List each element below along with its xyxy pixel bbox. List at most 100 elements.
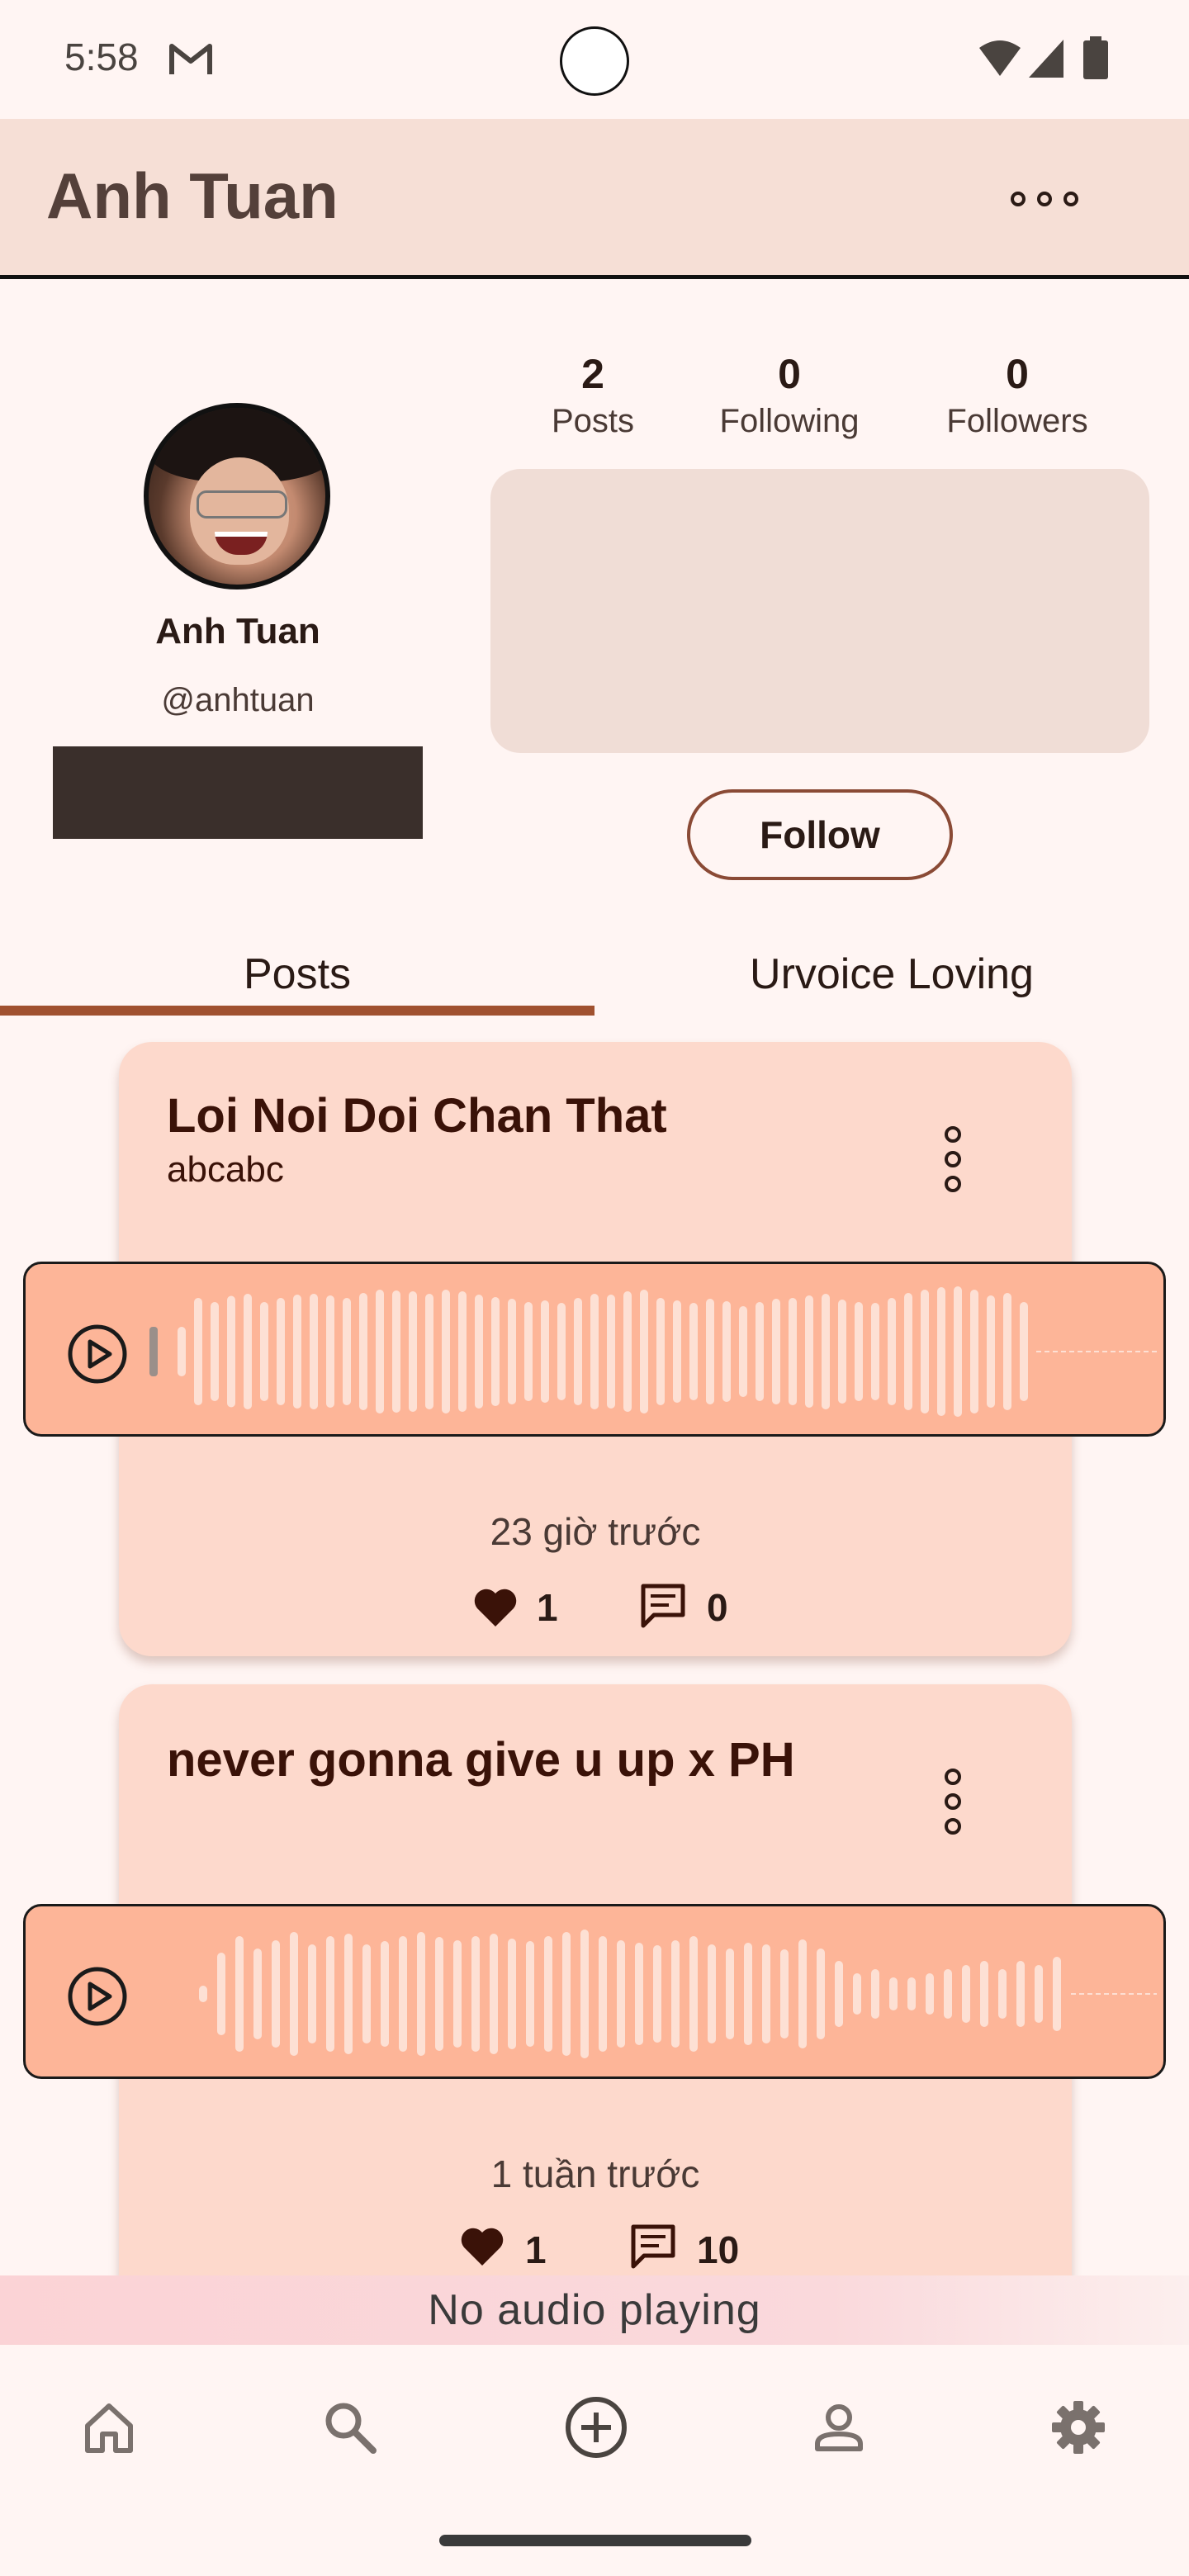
waveform-bar <box>475 1295 483 1409</box>
home-icon[interactable] <box>79 2398 139 2457</box>
waveform-bar <box>762 1944 770 2043</box>
comment-icon[interactable] <box>639 1582 687 1630</box>
waveform-bar <box>409 1291 417 1412</box>
waveform-bar <box>987 1295 995 1408</box>
waveform-bar <box>211 1302 219 1401</box>
signal-icon <box>1029 40 1063 78</box>
waveform-bar <box>756 1302 764 1401</box>
waveform-bar <box>871 1969 879 2019</box>
waveform-bar <box>435 1937 443 2051</box>
audio-player[interactable] <box>23 1904 1166 2079</box>
waveform-bar <box>798 1939 807 2048</box>
heart-icon[interactable] <box>472 1587 519 1628</box>
post-menu-icon[interactable] <box>941 1769 966 1838</box>
waveform-bar <box>562 1932 571 2056</box>
post-menu-icon[interactable] <box>941 1126 966 1196</box>
waveform-bar <box>623 1291 632 1412</box>
waveform-bar <box>907 1977 916 2010</box>
audio-player[interactable] <box>23 1262 1166 1437</box>
waveform-bar <box>855 1302 863 1401</box>
waveform-bar <box>508 1939 516 2049</box>
waveform-bar <box>921 1290 929 1413</box>
waveform-bar <box>671 1940 680 2048</box>
like-count: 1 <box>525 2228 547 2271</box>
waveform-bar <box>508 1299 516 1404</box>
settings-icon[interactable] <box>1049 2398 1108 2457</box>
waveform-bar <box>343 1298 351 1405</box>
waveform-bar <box>656 1298 665 1405</box>
waveform[interactable] <box>149 1281 1157 1423</box>
avatar[interactable] <box>144 403 330 590</box>
comment-icon[interactable] <box>629 2223 677 2271</box>
waveform-bar <box>574 1298 582 1405</box>
waveform-bar <box>607 1295 615 1409</box>
waveform-bar <box>1053 1957 1061 2031</box>
waveform-bar <box>726 1949 734 2039</box>
stat-posts[interactable]: 2 Posts <box>510 350 675 440</box>
now-playing-bar[interactable]: No audio playing <box>0 2275 1189 2345</box>
more-options-icon[interactable] <box>1011 187 1080 211</box>
waveform-bar <box>253 1949 262 2039</box>
stat-followers-value: 0 <box>1006 351 1029 397</box>
post-title: Loi Noi Doi Chan That <box>167 1089 667 1143</box>
waveform-bar <box>290 1932 298 2056</box>
profile-handle: @anhtuan <box>161 682 315 718</box>
stat-posts-label: Posts <box>551 403 635 439</box>
search-icon[interactable] <box>320 2398 380 2457</box>
stat-following-value: 0 <box>778 351 801 397</box>
waveform-bar <box>904 1293 912 1410</box>
wifi-icon <box>979 40 1021 76</box>
stat-following-label: Following <box>719 403 860 439</box>
waveform-bar <box>235 1936 244 2052</box>
waveform-bar <box>491 1297 500 1406</box>
waveform-bar <box>199 1986 207 2002</box>
stat-followers[interactable]: 0 Followers <box>935 350 1100 440</box>
waveform-bar <box>689 1303 698 1400</box>
post-subtitle: abcabc <box>167 1149 284 1190</box>
waveform-bar <box>772 1299 780 1404</box>
waveform-bar <box>392 1290 400 1413</box>
waveform-bar <box>471 1936 480 2052</box>
follow-button[interactable]: Follow <box>687 789 953 880</box>
tab-posts[interactable]: Posts <box>0 949 594 999</box>
post-time: 23 giờ trước <box>490 1510 701 1553</box>
waveform-bar <box>954 1286 962 1417</box>
waveform-bar <box>217 1953 225 2035</box>
profile-name: Anh Tuan <box>155 611 320 651</box>
stat-following[interactable]: 0 Following <box>707 350 872 440</box>
waveform-bar <box>673 1300 681 1403</box>
tab-urvoice-loving[interactable]: Urvoice Loving <box>594 949 1189 999</box>
waveform[interactable] <box>149 1923 1157 2065</box>
waveform-bar <box>689 1936 698 2052</box>
waveform-bar <box>362 1944 371 2043</box>
play-icon[interactable] <box>67 1966 128 2027</box>
waveform-bar <box>998 1969 1007 2019</box>
waveform-bar <box>617 1940 625 2048</box>
waveform-bar <box>835 1961 843 2027</box>
waveform-bar <box>326 1295 334 1408</box>
waveform-bar <box>739 1306 747 1397</box>
waveform-bar <box>490 1934 498 2054</box>
heart-icon[interactable] <box>459 2226 505 2267</box>
waveform-bar <box>599 1936 607 2052</box>
waveform-bar <box>635 1943 643 2045</box>
add-icon[interactable] <box>563 2394 629 2460</box>
waveform-bar <box>853 1973 861 2015</box>
waveform-bar <box>944 1969 952 2019</box>
gesture-bar[interactable] <box>439 2535 751 2546</box>
like-count: 1 <box>537 1586 558 1629</box>
waveform-bar <box>277 1298 285 1405</box>
post-time: 1 tuần trước <box>490 2152 700 2195</box>
tab-indicator <box>0 1006 594 1016</box>
waveform-bar <box>244 1294 252 1409</box>
waveform-bar <box>359 1293 367 1410</box>
profile-icon[interactable] <box>809 2398 869 2457</box>
bio-box <box>490 469 1149 753</box>
post-title: never gonna give u up x PH <box>167 1733 795 1787</box>
waveform-bar <box>1003 1293 1011 1410</box>
waveform-bar <box>417 1932 425 2056</box>
play-icon[interactable] <box>67 1324 128 1385</box>
waveform-bar <box>838 1300 846 1404</box>
waveform-bar <box>425 1294 433 1409</box>
waveform-bar <box>526 1941 534 2047</box>
